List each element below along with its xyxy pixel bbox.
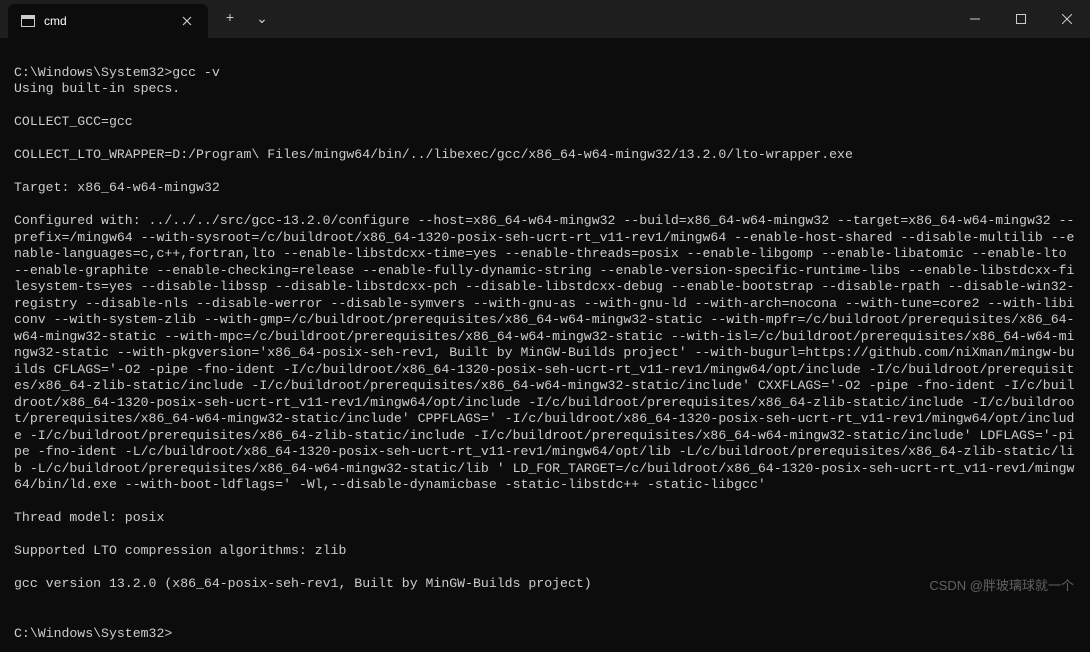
output-line: COLLECT_LTO_WRAPPER=D:/Program\ Files/mi… bbox=[14, 147, 1076, 164]
output-line: Using built-in specs. bbox=[14, 81, 1076, 98]
tab-cmd[interactable]: cmd bbox=[8, 4, 208, 38]
tab-title: cmd bbox=[44, 14, 170, 28]
cmd-icon bbox=[20, 13, 36, 29]
output-line: Thread model: posix bbox=[14, 510, 1076, 527]
prompt-text: C:\Windows\System32> bbox=[14, 65, 172, 80]
new-tab-button[interactable]: + bbox=[216, 5, 244, 33]
tab-actions: + ⌄ bbox=[208, 0, 284, 38]
terminal-output[interactable]: C:\Windows\System32>gcc -v Using built-i… bbox=[0, 38, 1090, 652]
output-line: Configured with: ../../../src/gcc-13.2.0… bbox=[14, 213, 1076, 494]
close-window-button[interactable] bbox=[1044, 0, 1090, 38]
minimize-button[interactable] bbox=[952, 0, 998, 38]
window-controls bbox=[952, 0, 1090, 38]
prompt-text: C:\Windows\System32> bbox=[14, 626, 172, 641]
close-tab-icon[interactable] bbox=[178, 12, 196, 30]
command-text: gcc -v bbox=[172, 65, 219, 80]
output-line: COLLECT_GCC=gcc bbox=[14, 114, 1076, 131]
titlebar: cmd + ⌄ bbox=[0, 0, 1090, 38]
output-line: Target: x86_64-w64-mingw32 bbox=[14, 180, 1076, 197]
output-line: Supported LTO compression algorithms: zl… bbox=[14, 543, 1076, 560]
output-line: gcc version 13.2.0 (x86_64-posix-seh-rev… bbox=[14, 576, 1076, 593]
tab-dropdown-button[interactable]: ⌄ bbox=[248, 5, 276, 33]
maximize-button[interactable] bbox=[998, 0, 1044, 38]
